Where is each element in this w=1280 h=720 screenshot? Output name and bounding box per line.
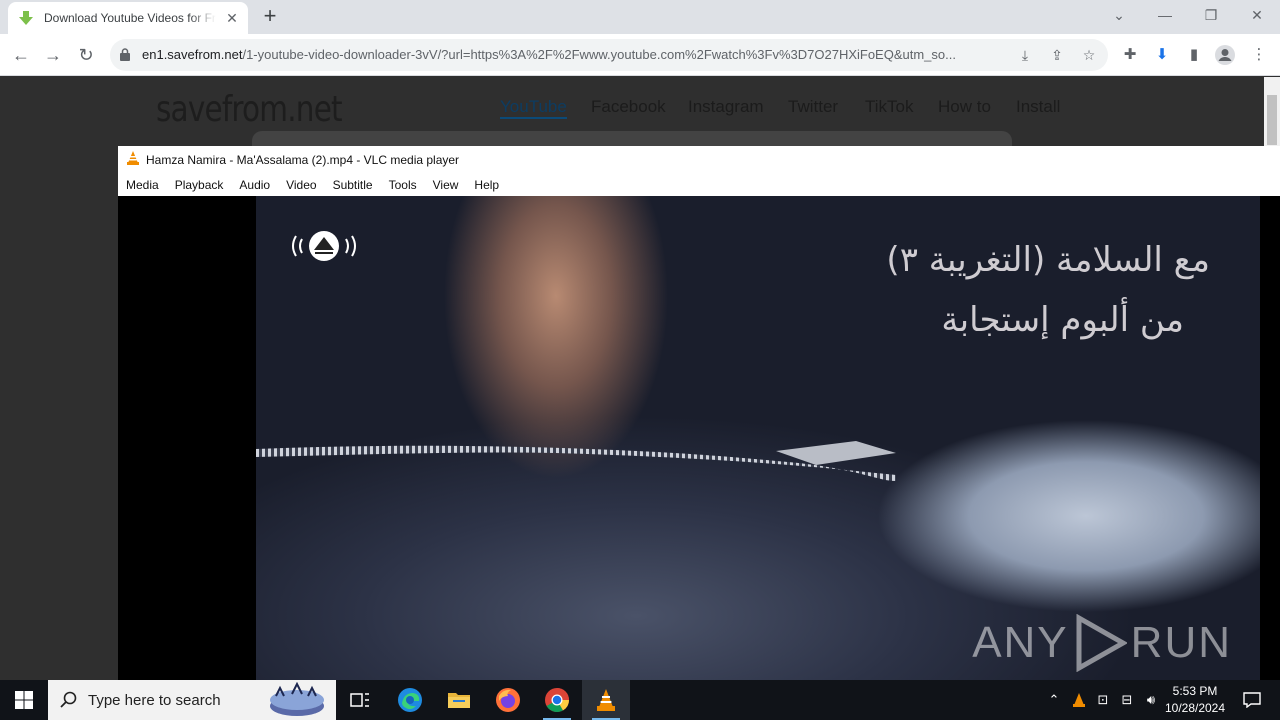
album-brand-logo [292, 231, 356, 261]
menu-media[interactable]: Media [126, 178, 159, 192]
tab-title: Download Youtube Videos for Free [44, 11, 216, 25]
restore-button[interactable]: ❐ [1196, 4, 1226, 26]
profile-avatar-icon[interactable] [1214, 44, 1236, 66]
vlc-window: Hamza Namira - Ma'Assalama (2).mp4 - VLC… [118, 146, 1280, 680]
side-panel-icon[interactable]: ▮ [1183, 44, 1205, 66]
video-caption-album: من ألبوم إستجابة [941, 300, 1184, 340]
vlc-title: Hamza Namira - Ma'Assalama (2).mp4 - VLC… [146, 153, 460, 167]
nav-facebook[interactable]: Facebook [591, 97, 666, 117]
downloads-icon[interactable]: ⬇ [1151, 44, 1173, 66]
play-triangle-icon [1076, 614, 1127, 672]
anyrun-watermark: ANY RUN [972, 614, 1232, 672]
menu-kebab-icon[interactable]: ⋮ [1248, 44, 1270, 66]
search-placeholder: Type here to search [88, 692, 221, 709]
back-button[interactable]: ← [8, 42, 34, 68]
video-frame[interactable]: مع السلامة (التغريبة ٣) من ألبوم إستجابة… [256, 196, 1260, 680]
address-bar[interactable]: en1.savefrom.net/1-youtube-video-downloa… [110, 39, 1108, 71]
vlc-cone-icon [126, 150, 140, 170]
search-highlight-art-icon [270, 682, 324, 716]
windows-logo-icon [15, 691, 33, 709]
nav-twitter[interactable]: Twitter [788, 97, 838, 117]
start-button[interactable] [0, 680, 48, 720]
chrome-icon[interactable] [533, 680, 581, 720]
browser-tab[interactable]: Download Youtube Videos for Free ✕ [8, 2, 248, 34]
url-text: en1.savefrom.net/1-youtube-video-downloa… [142, 47, 956, 62]
video-caption-title: مع السلامة (التغريبة ٣) [886, 240, 1210, 280]
taskbar-search-box[interactable]: Type here to search [48, 680, 336, 720]
clock-date: 10/28/2024 [1164, 701, 1226, 715]
site-logo[interactable]: savefrom.net [156, 89, 343, 130]
share-icon[interactable]: ⇪ [1048, 46, 1066, 64]
zipper-graphic [256, 441, 896, 481]
browser-toolbar: ← → ↻ en1.savefrom.net/1-youtube-video-d… [0, 34, 1280, 76]
new-tab-button[interactable]: + [258, 5, 282, 29]
extensions-icon[interactable]: ✚ [1119, 44, 1141, 66]
nav-instagram[interactable]: Instagram [688, 97, 764, 117]
windows-taskbar: Type here to search ⌃ ⊡ ⊟ 🔊︎ 5:53 PM 10/… [0, 680, 1280, 720]
search-icon [60, 691, 77, 708]
close-window-button[interactable]: ✕ [1242, 4, 1272, 26]
bookmark-star-icon[interactable]: ☆ [1080, 46, 1098, 64]
vlc-menubar: Media Playback Audio Video Subtitle Tool… [118, 174, 1280, 196]
nav-how-to[interactable]: How to [938, 97, 991, 117]
volume-icon[interactable]: 🔊︎ [1140, 680, 1162, 720]
nav-tiktok[interactable]: TikTok [865, 97, 914, 117]
show-hidden-icons-chevron[interactable]: ⌃ [1044, 680, 1064, 720]
browser-tabstrip: Download Youtube Videos for Free ✕ + ⌄ —… [0, 0, 1280, 34]
device-tray-icon[interactable]: ⊡ [1092, 680, 1114, 720]
nav-install[interactable]: Install [1016, 97, 1060, 117]
network-icon[interactable]: ⊟ [1116, 680, 1138, 720]
nav-youtube[interactable]: YouTube [500, 97, 567, 119]
clock-time: 5:53 PM [1172, 684, 1218, 698]
menu-audio[interactable]: Audio [239, 178, 270, 192]
firefox-icon[interactable] [484, 680, 532, 720]
forward-button[interactable]: → [40, 42, 66, 68]
menu-video[interactable]: Video [286, 178, 316, 192]
install-app-icon[interactable]: ⤓ [1016, 46, 1034, 64]
edge-icon[interactable] [386, 680, 434, 720]
menu-playback[interactable]: Playback [175, 178, 224, 192]
task-view-icon[interactable] [336, 680, 384, 720]
system-clock[interactable]: 5:53 PM 10/28/2024 [1160, 683, 1230, 717]
menu-subtitle[interactable]: Subtitle [333, 178, 373, 192]
file-explorer-icon[interactable] [435, 680, 483, 720]
reload-button[interactable]: ↻ [73, 42, 99, 68]
vlc-taskbar-icon[interactable] [582, 680, 630, 720]
menu-tools[interactable]: Tools [389, 178, 417, 192]
vlc-tray-icon[interactable] [1068, 680, 1090, 720]
menu-help[interactable]: Help [474, 178, 499, 192]
lock-icon [120, 48, 130, 61]
scrollbar-thumb[interactable] [1267, 95, 1277, 145]
minimize-button[interactable]: — [1150, 4, 1180, 26]
menu-view[interactable]: View [433, 178, 459, 192]
tab-close-icon[interactable]: ✕ [224, 10, 240, 26]
notification-center-icon[interactable] [1232, 680, 1272, 720]
savefrom-download-icon [18, 10, 34, 26]
tab-search-chevron-icon[interactable]: ⌄ [1104, 4, 1134, 26]
vlc-titlebar[interactable]: Hamza Namira - Ma'Assalama (2).mp4 - VLC… [118, 146, 1280, 174]
